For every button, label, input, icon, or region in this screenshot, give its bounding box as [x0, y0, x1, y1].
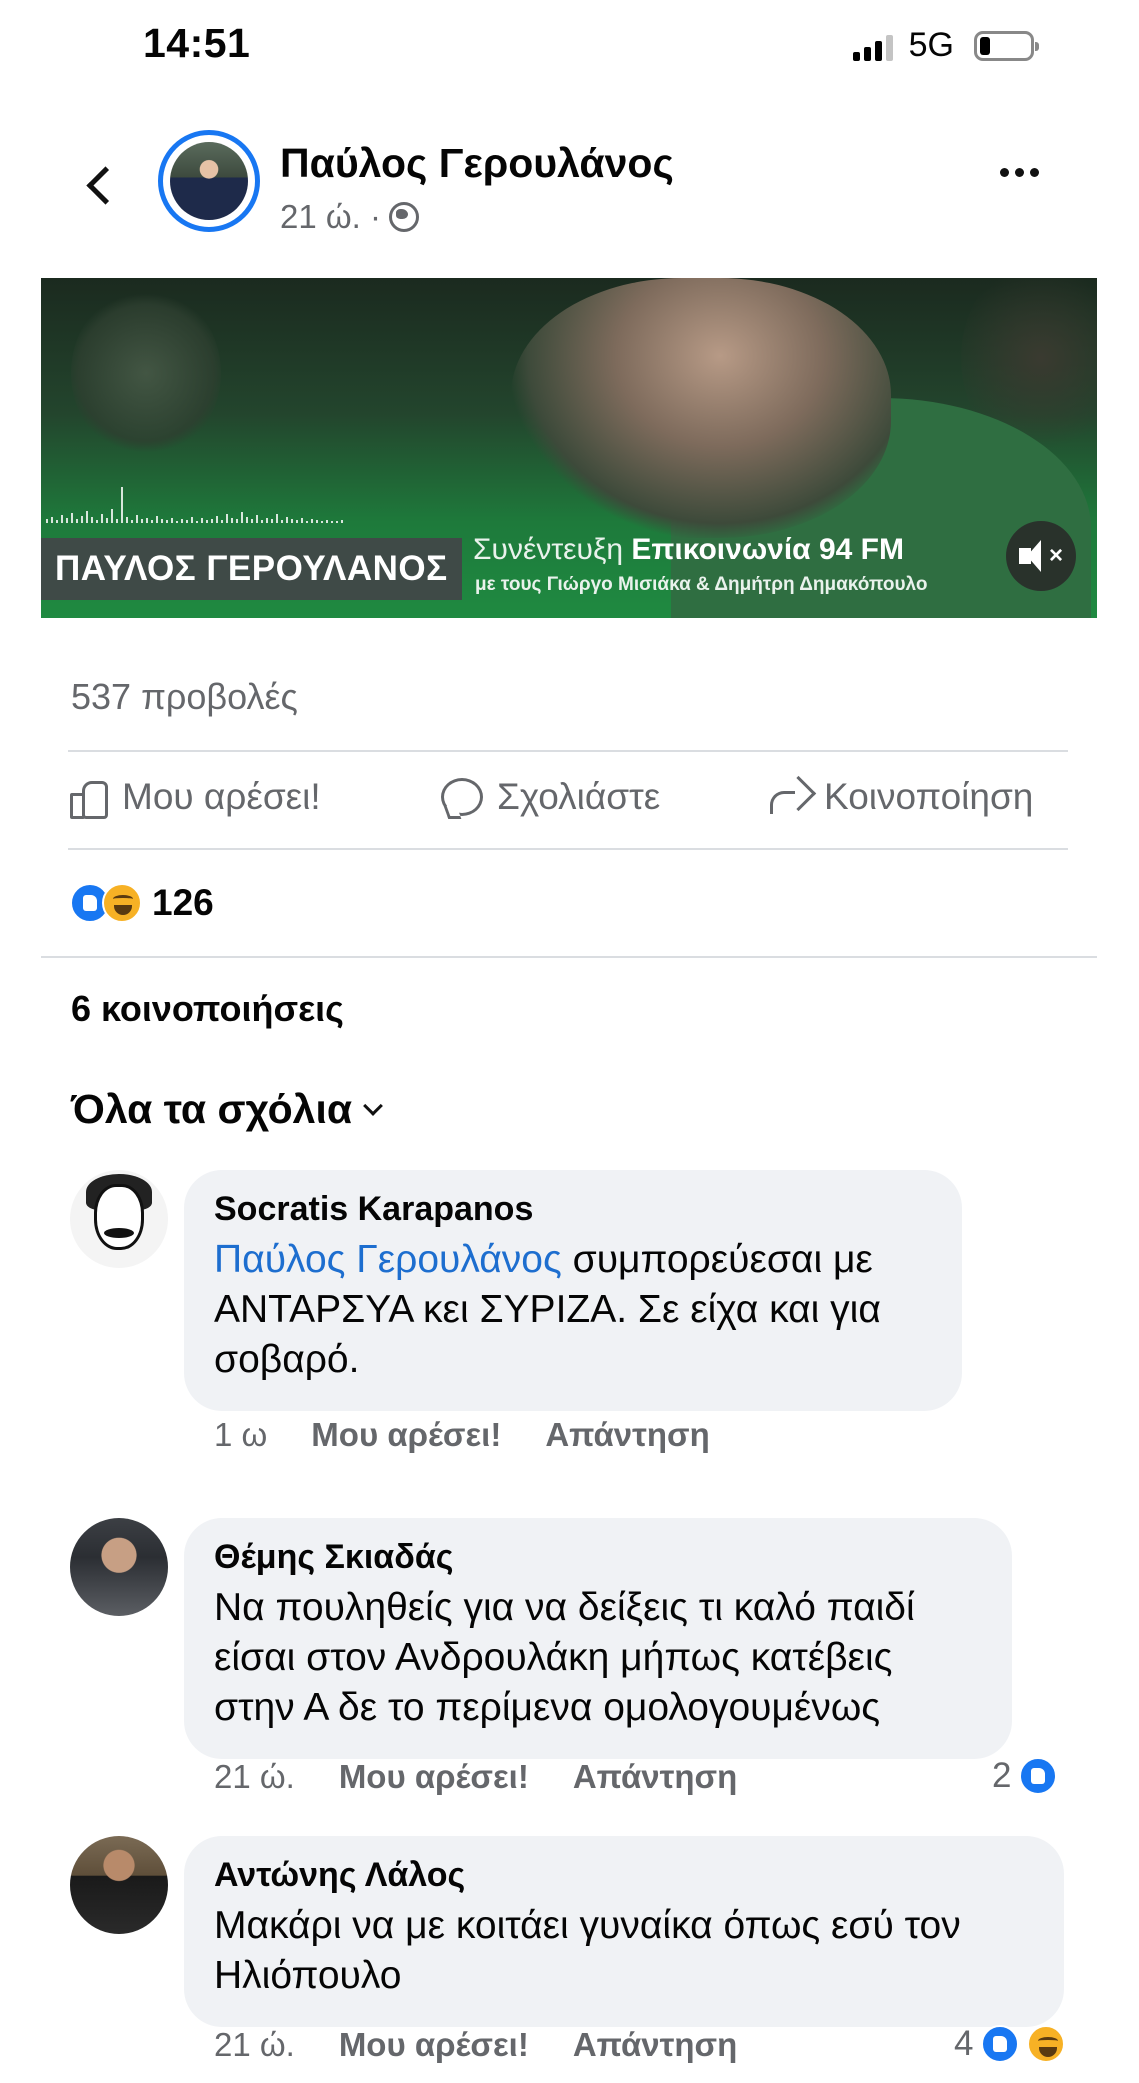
mute-button[interactable]: × — [1006, 521, 1076, 591]
comment-meta: 21 ώ. Μου αρέσει! Απάντηση — [214, 1758, 737, 1796]
globe-icon — [388, 202, 419, 232]
battery-icon — [974, 30, 1039, 61]
author-avatar[interactable] — [158, 130, 260, 232]
post-actions: Μου αρέσει! Σχολιάστε Κοινοποίηση — [68, 750, 1068, 850]
commenter-name[interactable]: Socratis Karapanos — [214, 1190, 932, 1229]
comment-reply-button[interactable]: Απάντηση — [545, 1416, 709, 1454]
comments-filter[interactable]: Όλα τα σχόλια — [71, 1086, 383, 1133]
comment-meta: 1 ω Μου αρέσει! Απάντηση — [214, 1416, 710, 1454]
haha-reaction-icon — [1027, 2025, 1066, 2063]
comment-text: Να πουληθείς για να δείξεις τι καλό παιδ… — [214, 1586, 915, 1729]
comment-time: 21 ώ. — [214, 2026, 295, 2063]
commenter-name[interactable]: Θέμης Σκιαδάς — [214, 1538, 982, 1577]
mention-link[interactable]: Παύλος Γερουλάνος — [214, 1238, 562, 1281]
video-player[interactable]: ΠΑΥΛΟΣ ΓΕΡΟΥΛΑΝΟΣ Συνέντευξη Επικοινωνία… — [41, 278, 1097, 618]
like-reaction-icon — [1019, 1757, 1058, 1795]
signal-icon — [852, 31, 893, 61]
comment-reply-button[interactable]: Απάντηση — [573, 2026, 737, 2064]
post-header: Παύλος Γερουλάνος 21 ώ. · — [0, 120, 1139, 255]
share-count[interactable]: 6 κοινοποιήσεις — [71, 988, 344, 1030]
comment-reactions[interactable]: 4 — [954, 2024, 1066, 2064]
comment-reactions[interactable]: 2 — [992, 1756, 1058, 1796]
network-type: 5G — [908, 26, 954, 64]
status-bar: 14:51 5G — [0, 0, 1139, 90]
status-indicators: 5G — [852, 26, 1039, 65]
speaker-icon — [1018, 540, 1041, 572]
comment-like-button[interactable]: Μου αρέσει! — [339, 1758, 529, 1796]
comment-reply-button[interactable]: Απάντηση — [573, 1758, 737, 1796]
reaction-count: 126 — [152, 882, 214, 923]
comment-bubble: Θέμης Σκιαδάς Να πουληθείς για να δείξει… — [184, 1518, 1012, 1759]
audio-waveform — [41, 483, 471, 523]
chevron-down-icon — [363, 1095, 383, 1116]
video-name-text: ΠΑΥΛΟΣ ΓΕΡΟΥΛΑΝΟΣ — [55, 549, 448, 588]
thumbs-up-icon — [68, 777, 108, 819]
comment-bubble: Socratis Karapanos Παύλος Γερουλάνος συμ… — [184, 1170, 962, 1411]
comment-text: Μακάρι να με κοιτάει γυναίκα όπως εσύ το… — [214, 1904, 961, 1997]
post-meta: 21 ώ. · — [280, 198, 419, 236]
view-count: 537 προβολές — [71, 676, 298, 717]
like-button[interactable]: Μου αρέσει! — [68, 776, 321, 819]
reaction-summary[interactable]: 126 — [70, 882, 214, 924]
comment-bubble-icon — [441, 778, 483, 816]
comment-time: 21 ώ. — [214, 1758, 295, 1795]
like-reaction-icon — [981, 2025, 1020, 2063]
comment-time: 1 ω — [214, 1416, 268, 1453]
comment-like-button[interactable]: Μου αρέσει! — [311, 1416, 501, 1454]
comment-text: Παύλος Γερουλάνος συμπορεύεσαι με ΑΝΤΑΡΣ… — [214, 1238, 881, 1381]
comment-reaction-count: 2 — [992, 1756, 1012, 1795]
divider — [41, 956, 1097, 958]
comment-reaction-count: 4 — [954, 2024, 974, 2063]
commenter-avatar[interactable] — [70, 1518, 168, 1616]
video-name-tag: ΠΑΥΛΟΣ ΓΕΡΟΥΛΑΝΟΣ — [41, 538, 462, 600]
video-caption-line2: με τους Γιώργο Μισιάκα & Δημήτρη Δημακόπ… — [475, 574, 928, 595]
post-time: 21 ώ. · — [280, 198, 381, 235]
comment-bubble: Αντώνης Λάλος Μακάρι να με κοιτάει γυναί… — [184, 1836, 1064, 2027]
divider — [68, 848, 1068, 850]
commenter-avatar[interactable] — [70, 1836, 168, 1934]
commenter-name[interactable]: Αντώνης Λάλος — [214, 1856, 1034, 1895]
comment-button[interactable]: Σχολιάστε — [441, 776, 660, 818]
comment-meta: 21 ώ. Μου αρέσει! Απάντηση — [214, 2026, 737, 2064]
more-options-button[interactable] — [1000, 168, 1039, 177]
status-time: 14:51 — [143, 20, 251, 66]
commenter-avatar[interactable] — [70, 1170, 168, 1268]
back-button[interactable] — [78, 156, 118, 216]
comment-like-button[interactable]: Μου αρέσει! — [339, 2026, 529, 2064]
video-caption-line1: Συνέντευξη Επικοινωνία 94 FM — [473, 533, 904, 566]
share-arrow-icon — [768, 779, 810, 815]
author-name[interactable]: Παύλος Γερουλάνος — [280, 140, 674, 187]
haha-reaction-icon — [102, 883, 142, 923]
share-button[interactable]: Κοινοποίηση — [768, 776, 1033, 818]
